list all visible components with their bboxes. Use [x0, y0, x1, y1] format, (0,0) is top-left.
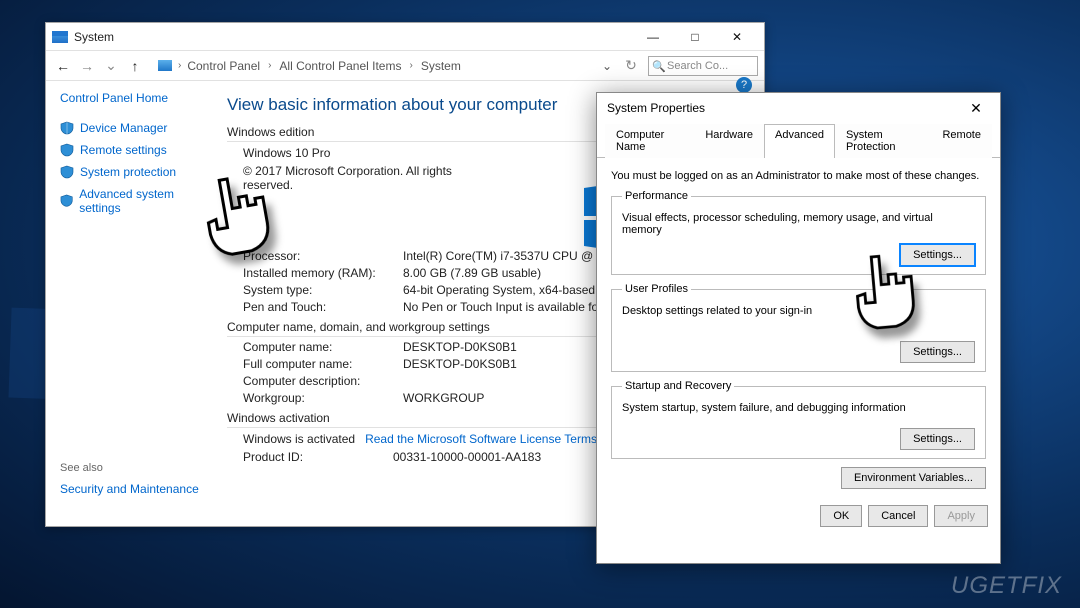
sidebar: Control Panel Home Device Manager Remote… [46, 81, 221, 526]
environment-variables-button[interactable]: Environment Variables... [841, 467, 986, 489]
shield-icon [60, 194, 73, 208]
help-icon[interactable]: ? [736, 77, 752, 93]
see-also: See also Security and Maintenance [60, 462, 199, 496]
sidebar-item-advanced-system-settings[interactable]: Advanced system settings [60, 187, 211, 215]
security-and-maintenance-link[interactable]: Security and Maintenance [60, 482, 199, 496]
apply-button[interactable]: Apply [934, 505, 988, 527]
sidebar-item-remote-settings[interactable]: Remote settings [60, 143, 211, 157]
see-also-label: See also [60, 462, 103, 474]
performance-group: Performance Visual effects, processor sc… [611, 190, 986, 275]
system-properties-dialog: System Properties ✕ Computer Name Hardwa… [596, 92, 1001, 564]
license-terms-link[interactable]: Read the Microsoft Software License Term… [365, 432, 597, 446]
startup-recovery-legend: Startup and Recovery [622, 380, 734, 392]
sidebar-item-label: Advanced system settings [79, 187, 211, 215]
app-icon [52, 31, 68, 43]
sidebar-item-device-manager[interactable]: Device Manager [60, 121, 211, 135]
ok-button[interactable]: OK [820, 505, 862, 527]
shield-icon [60, 143, 74, 157]
location-icon [158, 60, 172, 71]
tab-advanced[interactable]: Advanced [764, 124, 835, 158]
startup-recovery-group: Startup and Recovery System startup, sys… [611, 380, 986, 459]
breadcrumb[interactable]: Control Panel › All Control Panel Items … [183, 57, 464, 75]
performance-settings-button[interactable]: Settings... [900, 244, 975, 266]
tab-system-protection[interactable]: System Protection [835, 124, 932, 158]
admin-note: You must be logged on as an Administrato… [611, 170, 986, 182]
search-input[interactable]: 🔍 Search Co... [648, 56, 758, 76]
shield-icon [60, 165, 74, 179]
user-profiles-settings-button[interactable]: Settings... [900, 341, 975, 363]
sidebar-item-system-protection[interactable]: System protection [60, 165, 211, 179]
breadcrumb-item[interactable]: System [417, 57, 465, 75]
close-button[interactable]: ✕ [716, 23, 758, 51]
chevron-right-icon: › [268, 60, 271, 71]
search-icon: 🔍 [652, 60, 666, 73]
tab-computer-name[interactable]: Computer Name [605, 124, 694, 158]
chevron-right-icon: › [409, 60, 412, 71]
nav-toolbar: ← → ⌄ ↑ › Control Panel › All Control Pa… [46, 51, 764, 81]
close-button[interactable]: ✕ [962, 97, 990, 119]
breadcrumb-item[interactable]: All Control Panel Items [275, 57, 405, 75]
window-controls: — □ ✕ [632, 23, 758, 51]
maximize-button[interactable]: □ [674, 23, 716, 51]
dialog-body: You must be logged on as an Administrato… [597, 158, 1000, 497]
sidebar-item-label: System protection [80, 165, 176, 179]
refresh-button[interactable]: ↻ [620, 55, 642, 77]
tab-strip: Computer Name Hardware Advanced System P… [597, 123, 1000, 158]
control-panel-home-link[interactable]: Control Panel Home [60, 91, 211, 105]
user-profiles-group: User Profiles Desktop settings related t… [611, 283, 986, 372]
chevron-right-icon: › [178, 60, 181, 71]
dialog-title: System Properties [607, 101, 705, 115]
startup-recovery-settings-button[interactable]: Settings... [900, 428, 975, 450]
sidebar-item-label: Device Manager [80, 121, 167, 135]
startup-recovery-desc: System startup, system failure, and debu… [622, 402, 975, 414]
watermark: UGETFIX [951, 572, 1062, 600]
sidebar-item-label: Remote settings [80, 143, 167, 157]
up-button[interactable]: ↑ [124, 55, 146, 77]
minimize-button[interactable]: — [632, 23, 674, 51]
user-profiles-legend: User Profiles [622, 283, 691, 295]
dialog-titlebar: System Properties ✕ [597, 93, 1000, 123]
dropdown-history-icon[interactable]: ⌄ [596, 55, 618, 77]
performance-desc: Visual effects, processor scheduling, me… [622, 212, 975, 236]
window-title: System [74, 30, 114, 44]
titlebar: System — □ ✕ [46, 23, 764, 51]
user-profiles-desc: Desktop settings related to your sign-in [622, 305, 975, 317]
activation-status: Windows is activated [243, 432, 355, 446]
breadcrumb-item[interactable]: Control Panel [183, 57, 264, 75]
performance-legend: Performance [622, 190, 691, 202]
shield-icon [60, 121, 74, 135]
tab-hardware[interactable]: Hardware [694, 124, 764, 158]
copyright: © 2017 Microsoft Corporation. All rights… [243, 164, 483, 192]
search-placeholder: Search Co... [667, 60, 728, 72]
dialog-buttons: OK Cancel Apply [597, 497, 1000, 537]
recent-locations-dropdown[interactable]: ⌄ [100, 55, 122, 77]
cancel-button[interactable]: Cancel [868, 505, 928, 527]
tab-remote[interactable]: Remote [931, 124, 992, 158]
back-button[interactable]: ← [52, 55, 74, 77]
forward-button[interactable]: → [76, 55, 98, 77]
